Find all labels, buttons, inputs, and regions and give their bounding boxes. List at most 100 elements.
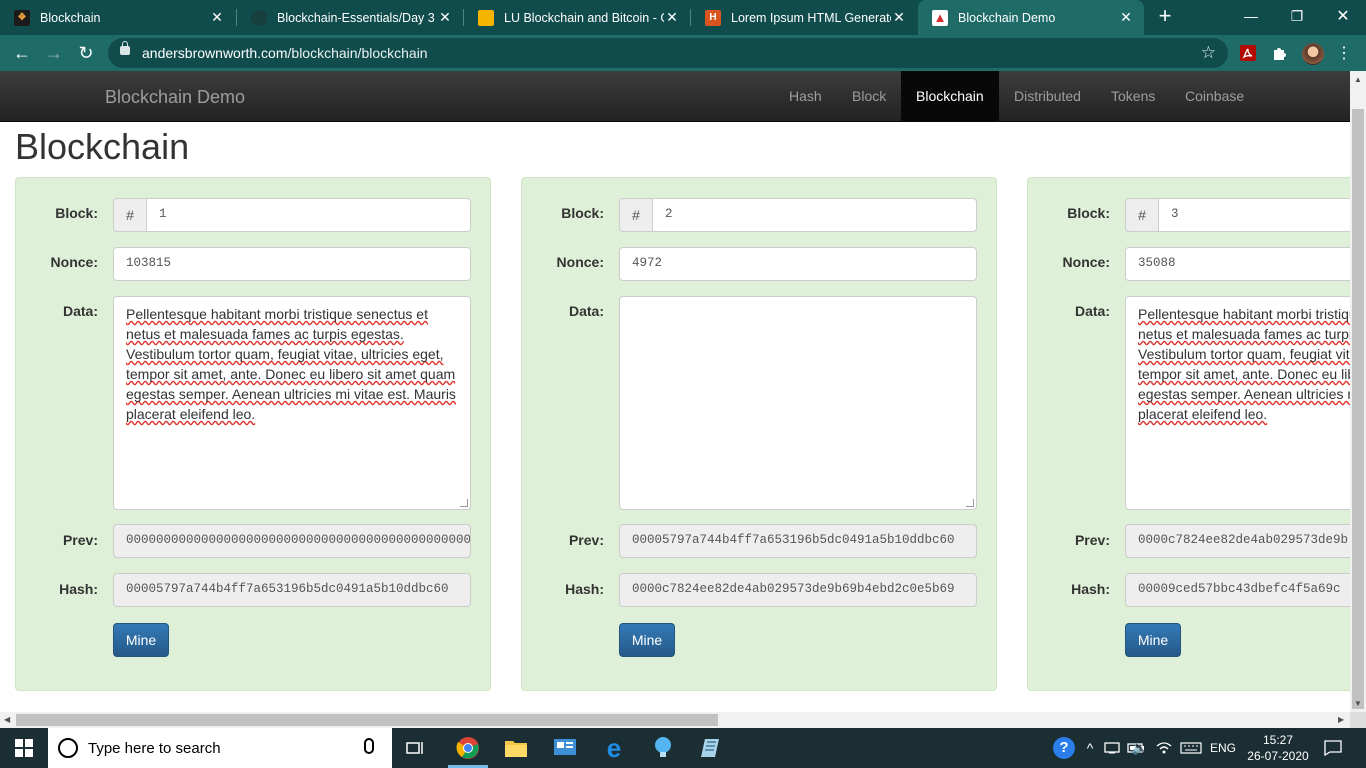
data-text: Pellentesque habitant morbi tristique se… <box>1138 306 1350 422</box>
tab-title: Blockchain <box>40 10 101 25</box>
resize-handle[interactable] <box>460 499 468 507</box>
site-navbar: Blockchain Demo Hash Block Blockchain Di… <box>0 71 1350 122</box>
tab-github[interactable]: Blockchain-Essentials/Day 3 As ✕ <box>237 0 463 35</box>
language-indicator[interactable]: ENG <box>1206 728 1240 768</box>
tab-title: LU Blockchain and Bitcoin - Go <box>504 10 664 25</box>
scroll-corner <box>1350 712 1366 728</box>
horizontal-scrollbar[interactable]: ◀ ▶ <box>0 712 1350 728</box>
close-window-button[interactable]: ✕ <box>1320 0 1366 32</box>
nav-distributed[interactable]: Distributed <box>999 71 1096 121</box>
block-number-input[interactable]: 2 <box>652 198 977 232</box>
notifications-icon[interactable] <box>1318 728 1348 768</box>
mine-button[interactable]: Mine <box>113 623 169 657</box>
data-textarea[interactable]: Pellentesque habitant morbi tristique se… <box>113 296 471 510</box>
vertical-scrollbar[interactable]: ▲ ▼ <box>1350 71 1366 712</box>
prev-hash-field[interactable]: 0000c7824ee82de4ab029573de9b <box>1125 524 1350 558</box>
profile-avatar[interactable] <box>1302 43 1324 65</box>
hash-field[interactable]: 00005797a744b4ff7a653196b5dc0491a5b10ddb… <box>113 573 471 607</box>
maximize-button[interactable]: ❐ <box>1274 0 1320 32</box>
tab-lorem-ipsum[interactable]: H Lorem Ipsum HTML Generator ✕ <box>691 0 917 35</box>
tab-blockchain-demo[interactable]: ▲ Blockchain Demo ✕ <box>918 0 1144 35</box>
data-textarea[interactable]: Pellentesque habitant morbi tristique se… <box>1125 296 1350 510</box>
nonce-input[interactable]: 35088 <box>1125 247 1350 281</box>
prev-hash-field[interactable]: 00005797a744b4ff7a653196b5dc0491a5b10ddb… <box>619 524 977 558</box>
close-icon[interactable]: ✕ <box>891 9 907 26</box>
bulb-icon[interactable] <box>649 734 677 762</box>
nav-block[interactable]: Block <box>837 71 901 121</box>
tab-title: Blockchain Demo <box>958 10 1056 25</box>
keyboard-icon[interactable] <box>1178 728 1204 768</box>
back-button[interactable]: ← <box>10 41 34 65</box>
puzzle-icon[interactable] <box>1270 43 1290 63</box>
nav-coinbase[interactable]: Coinbase <box>1170 71 1259 121</box>
address-bar[interactable]: andersbrownworth.com/blockchain/blockcha… <box>108 38 1228 68</box>
block-number-input[interactable]: 3 <box>1158 198 1350 232</box>
help-icon[interactable]: ? <box>1051 728 1077 768</box>
volume-icon[interactable]: 🔈 <box>1129 728 1151 768</box>
site-brand[interactable]: Blockchain Demo <box>105 87 245 108</box>
anders-favicon-icon: ▲ <box>932 9 948 26</box>
nav-tokens[interactable]: Tokens <box>1096 71 1170 121</box>
nav-hash[interactable]: Hash <box>774 71 837 121</box>
new-tab-button[interactable]: + <box>1153 5 1177 29</box>
wifi-icon[interactable] <box>1154 728 1174 768</box>
edge-icon[interactable]: e <box>600 733 628 763</box>
windows-taskbar: Type here to search e ? ^ 🔈 ENG 15:27 26… <box>0 728 1366 768</box>
nonce-input[interactable]: 4972 <box>619 247 977 281</box>
bookmark-star-icon[interactable]: ☆ <box>1201 43 1216 63</box>
pdf-icon[interactable] <box>1238 43 1258 63</box>
chrome-icon[interactable] <box>454 734 482 762</box>
vertical-scroll-thumb[interactable] <box>1352 109 1364 709</box>
nonce-input[interactable]: 103815 <box>113 247 471 281</box>
menu-dots-icon[interactable]: ⋮ <box>1334 43 1354 63</box>
prev-hash-field[interactable]: 0000000000000000000000000000000000000000… <box>113 524 471 558</box>
minimize-button[interactable]: — <box>1228 0 1274 32</box>
url-text[interactable]: andersbrownworth.com/blockchain/blockcha… <box>142 45 428 61</box>
block-number-input[interactable]: 1 <box>146 198 471 232</box>
network-adapter-icon[interactable] <box>1102 728 1122 768</box>
close-icon[interactable]: ✕ <box>209 9 225 26</box>
url-path: /blockchain/blockchain <box>287 45 428 61</box>
horizontal-scroll-thumb[interactable] <box>16 714 718 726</box>
app-icon[interactable] <box>698 734 726 762</box>
scroll-down-arrow-icon[interactable]: ▼ <box>1354 699 1362 708</box>
clock-time: 15:27 <box>1262 733 1294 747</box>
forward-button[interactable]: → <box>42 41 66 65</box>
microphone-icon[interactable] <box>364 738 374 754</box>
task-view-icon[interactable] <box>402 734 430 762</box>
lock-icon <box>120 41 130 55</box>
search-placeholder: Type here to search <box>88 740 221 757</box>
nonce-label: Nonce: <box>556 254 604 270</box>
tab-title: Blockchain-Essentials/Day 3 As <box>277 10 437 25</box>
block-label: Block: <box>1067 205 1110 221</box>
mine-button[interactable]: Mine <box>619 623 675 657</box>
data-text: Pellentesque habitant morbi tristique se… <box>126 306 456 422</box>
data-label: Data: <box>1074 303 1110 319</box>
windows-start-icon[interactable] <box>10 734 38 762</box>
taskbar-search-box[interactable]: Type here to search <box>48 728 392 768</box>
close-icon[interactable]: ✕ <box>437 9 453 26</box>
block-number-addon: # <box>1125 198 1159 232</box>
hash-field[interactable]: 0000c7824ee82de4ab029573de9b69b4ebd2c0e5… <box>619 573 977 607</box>
scroll-right-arrow-icon[interactable]: ▶ <box>1338 715 1344 724</box>
block-number-addon: # <box>619 198 653 232</box>
close-icon[interactable]: ✕ <box>664 9 680 26</box>
file-explorer-icon[interactable] <box>502 734 530 762</box>
scroll-left-arrow-icon[interactable]: ◀ <box>4 715 10 724</box>
close-icon[interactable]: ✕ <box>1118 9 1134 26</box>
data-textarea[interactable] <box>619 296 977 510</box>
reload-button[interactable]: ↻ <box>74 41 98 65</box>
control-panel-icon[interactable] <box>551 734 579 762</box>
tab-blockchain[interactable]: ❖ Blockchain ✕ <box>0 0 235 35</box>
nav-blockchain[interactable]: Blockchain <box>901 71 999 121</box>
chevron-up-icon[interactable]: ^ <box>1080 728 1100 768</box>
scroll-up-arrow-icon[interactable]: ▲ <box>1354 75 1362 84</box>
tab-google-slides[interactable]: LU Blockchain and Bitcoin - Go ✕ <box>464 0 690 35</box>
hash-field[interactable]: 00009ced57bbc43dbefc4f5a69c <box>1125 573 1350 607</box>
clock[interactable]: 15:27 26-07-2020 <box>1246 728 1310 768</box>
url-host: andersbrownworth.com <box>142 45 288 61</box>
resize-handle[interactable] <box>966 499 974 507</box>
mine-button[interactable]: Mine <box>1125 623 1181 657</box>
lorem-ipsum-favicon-icon: H <box>705 9 721 26</box>
block-card-2: Block: # 2 Nonce: 4972 Data: Prev: 00005… <box>521 177 997 691</box>
